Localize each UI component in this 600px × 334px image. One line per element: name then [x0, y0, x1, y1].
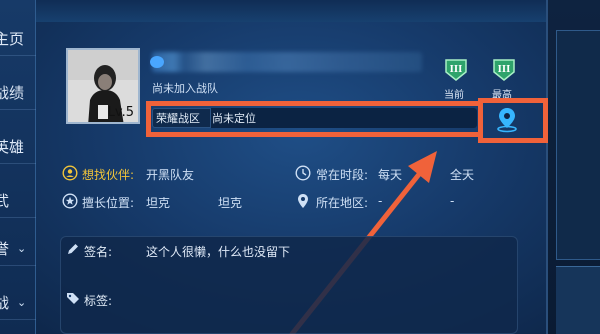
star-icon — [62, 193, 78, 209]
region-extra: - — [450, 194, 455, 208]
sidebar-item-4[interactable]: 武 — [0, 184, 36, 218]
sidebar-item-record[interactable]: 战绩 — [0, 76, 36, 110]
region-label: 所在地区: — [316, 196, 369, 210]
current-rank-badge[interactable]: III — [443, 56, 469, 82]
chevron-down-icon: ⌄ — [17, 242, 27, 255]
position-extra: 坦克 — [218, 196, 243, 210]
sidebar-item-home[interactable]: 主页 — [0, 22, 36, 56]
right-panel — [546, 0, 600, 334]
highest-rank-label: 最高 — [492, 90, 512, 101]
clock-icon — [295, 165, 311, 181]
pencil-icon — [68, 244, 78, 254]
top-bar — [36, 0, 546, 22]
active-time-label: 常在时段: — [316, 168, 369, 182]
zone-label: 荣耀战区 — [156, 112, 200, 125]
rank-numeral: III — [498, 65, 511, 75]
sidebar-item-label: 战 — [0, 286, 9, 319]
locate-button[interactable] — [492, 104, 522, 134]
sidebar-nav: 主页 战绩 英雄 武 誉 ⌄ 战 ⌄ — [0, 0, 36, 334]
active-time-value: 每天 — [378, 168, 403, 182]
right-card-top[interactable] — [556, 30, 600, 260]
tags-label: 标签: — [84, 294, 113, 308]
region-value: - — [378, 194, 383, 208]
rank-badge-icon: III — [445, 59, 467, 81]
sidebar-item-label: 英雄 — [0, 138, 25, 156]
partner-value: 开黑队友 — [146, 168, 195, 182]
sidebar-item-label: 主页 — [0, 30, 25, 48]
partner-icon — [62, 165, 78, 181]
tag-icon — [67, 293, 79, 304]
signature-label: 签名: — [84, 245, 113, 259]
level-label: Lv.5 — [107, 105, 134, 120]
highest-rank-badge[interactable]: III — [491, 56, 517, 82]
location-icon — [298, 194, 308, 208]
rank-numeral: III — [450, 65, 463, 75]
rank-badge-icon: III — [493, 59, 515, 81]
chevron-down-icon: ⌄ — [17, 296, 27, 309]
sidebar-item-heroes[interactable]: 英雄 — [0, 130, 36, 164]
position-value: 坦克 — [146, 196, 171, 210]
current-rank-label: 当前 — [444, 90, 464, 101]
signature-text: 这个人很懒，什么也没留下 — [146, 245, 291, 259]
avatar[interactable]: Lv.5 — [66, 48, 140, 124]
team-status: 尚未加入战队 — [152, 82, 218, 95]
sidebar-item-battle[interactable]: 战 ⌄ — [0, 286, 36, 320]
sidebar-item-honor[interactable]: 誉 ⌄ — [0, 232, 36, 266]
zone-value: 尚未定位 — [212, 112, 256, 125]
sidebar-item-label: 战绩 — [0, 84, 25, 102]
position-label: 擅长位置: — [82, 196, 135, 210]
partner-label: 想找伙伴: — [82, 168, 135, 182]
player-name-blurred — [152, 52, 422, 72]
active-time-extra: 全天 — [450, 168, 475, 182]
right-card-bottom[interactable] — [556, 266, 600, 334]
location-pin-icon — [497, 108, 517, 133]
sidebar-item-label: 武 — [0, 184, 9, 217]
sidebar-item-label: 誉 — [0, 232, 9, 265]
name-dot — [150, 56, 164, 68]
